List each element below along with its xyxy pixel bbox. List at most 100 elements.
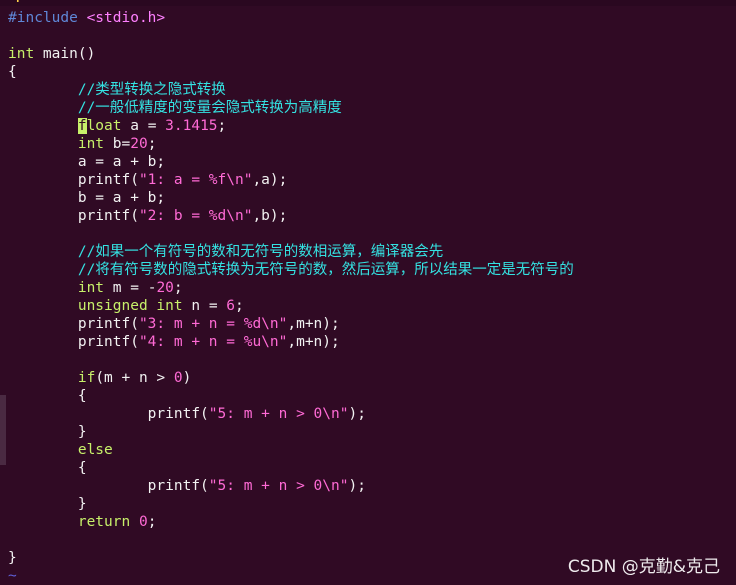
code-token: //类型转换之隐式转换 <box>77 82 226 98</box>
code-token: loat <box>86 118 122 134</box>
code-line[interactable] <box>8 531 736 549</box>
code-token: ) <box>182 370 192 386</box>
code-line[interactable]: { <box>8 459 736 477</box>
code-token: n = <box>182 298 227 314</box>
code-token: } <box>8 496 87 512</box>
code-token: unsigned <box>77 298 148 314</box>
code-line[interactable]: //一般低精度的变量会隐式转换为高精度 <box>8 99 736 117</box>
text-cursor: f <box>77 118 87 134</box>
code-token: ,b); <box>252 208 288 224</box>
code-token: main() <box>34 46 96 62</box>
code-line[interactable]: unsigned int n = 6; <box>8 297 736 315</box>
code-line[interactable]: { <box>8 387 736 405</box>
code-token: "2: b = %d\n" <box>138 208 253 224</box>
code-token: ); <box>348 478 366 494</box>
code-token: //将有符号数的隐式转换为无符号的数，然后运算，所以结果一定是无符号的 <box>77 262 574 278</box>
code-token: ); <box>348 406 366 422</box>
code-token: } <box>8 424 87 440</box>
code-line[interactable]: a = a + b; <box>8 153 736 171</box>
code-token: ~ <box>8 568 17 584</box>
code-line[interactable]: //将有符号数的隐式转换为无符号的数，然后运算，所以结果一定是无符号的 <box>8 261 736 279</box>
code-token: ,m+n); <box>287 316 340 332</box>
code-token: printf( <box>8 406 209 422</box>
code-token: #include <box>8 10 87 26</box>
code-line[interactable]: int b=20; <box>8 135 736 153</box>
code-token: int <box>8 46 35 62</box>
code-token: ; <box>235 298 244 314</box>
top-strip-text: ~:--------------------------------------… <box>6 0 436 6</box>
code-token: printf( <box>8 316 139 332</box>
code-token: ; <box>147 514 157 530</box>
code-token: "1: a = %f\n" <box>138 172 253 188</box>
code-token: 0 <box>173 370 183 386</box>
code-line[interactable]: printf("4: m + n = %u\n",m+n); <box>8 333 736 351</box>
code-line[interactable]: } <box>8 423 736 441</box>
code-line[interactable]: float a = 3.1415; <box>8 117 736 135</box>
code-token: ; <box>173 280 183 296</box>
code-token: ,a); <box>252 172 288 188</box>
code-line[interactable]: printf("5: m + n > 0\n"); <box>8 477 736 495</box>
code-line[interactable]: int main() <box>8 45 736 63</box>
code-line[interactable]: printf("3: m + n = %d\n",m+n); <box>8 315 736 333</box>
code-line[interactable] <box>8 27 736 45</box>
code-line[interactable]: else <box>8 441 736 459</box>
scrollbar-thumb[interactable] <box>0 395 6 465</box>
code-token: int <box>77 136 105 152</box>
code-token: { <box>8 388 87 404</box>
code-line[interactable]: printf("5: m + n > 0\n"); <box>8 405 736 423</box>
csdn-watermark: CSDN @克勤&克己 <box>567 557 720 577</box>
code-token: printf( <box>8 208 139 224</box>
code-token: ; <box>217 118 227 134</box>
code-token: } <box>8 550 17 566</box>
code-token: 0 <box>138 514 148 530</box>
code-token: a = a + b; <box>8 154 166 170</box>
code-line[interactable]: b = a + b; <box>8 189 736 207</box>
code-token: "3: m + n = %d\n" <box>138 316 288 332</box>
code-editor[interactable]: #include <stdio.h> int main(){ //类型转换之隐式… <box>8 9 736 585</box>
code-line[interactable]: if(m + n > 0) <box>8 369 736 387</box>
code-token: { <box>8 460 87 476</box>
code-token: "5: m + n > 0\n" <box>208 406 349 422</box>
code-line[interactable]: //如果一个有符号的数和无符号的数相运算，编译器会先 <box>8 243 736 261</box>
code-token: printf( <box>8 172 139 188</box>
code-line[interactable]: printf("2: b = %d\n",b); <box>8 207 736 225</box>
editor-top-status-strip: ~:--------------------------------------… <box>0 0 736 6</box>
code-token: else <box>77 442 113 458</box>
code-token: "5: m + n > 0\n" <box>208 478 349 494</box>
code-token: b= <box>104 136 131 152</box>
code-token: 20 <box>156 280 174 296</box>
code-token: 6 <box>226 298 236 314</box>
code-token: ; <box>147 136 157 152</box>
code-token: int <box>77 280 105 296</box>
code-token: { <box>8 64 17 80</box>
code-token: int <box>156 298 183 314</box>
code-line[interactable]: #include <stdio.h> <box>8 9 736 27</box>
code-token: m = - <box>104 280 157 296</box>
code-line[interactable]: //类型转换之隐式转换 <box>8 81 736 99</box>
code-token: 20 <box>130 136 148 152</box>
code-line[interactable]: printf("1: a = %f\n",a); <box>8 171 736 189</box>
code-line[interactable]: int m = -20; <box>8 279 736 297</box>
code-line[interactable]: } <box>8 495 736 513</box>
code-line[interactable] <box>8 225 736 243</box>
code-token: ,m+n); <box>287 334 340 350</box>
code-line[interactable] <box>8 351 736 369</box>
code-token: printf( <box>8 334 139 350</box>
code-token: b = a + b; <box>8 190 166 206</box>
code-token: 3.1415 <box>165 118 218 134</box>
code-line[interactable]: return 0; <box>8 513 736 531</box>
code-token: //如果一个有符号的数和无符号的数相运算，编译器会先 <box>77 244 444 260</box>
code-line[interactable]: { <box>8 63 736 81</box>
code-token: (m + n > <box>95 370 174 386</box>
